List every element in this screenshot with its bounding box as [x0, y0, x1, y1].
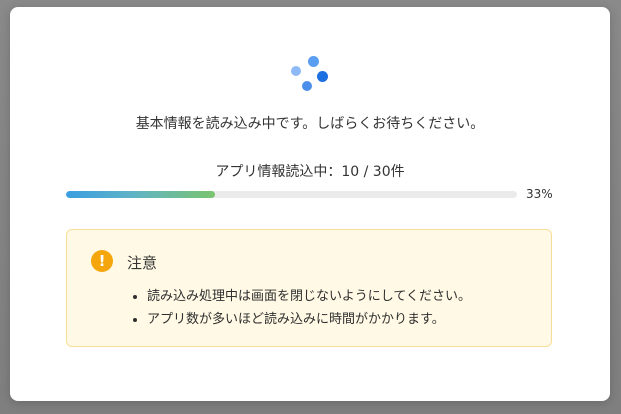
exclamation-icon: ! — [91, 250, 113, 272]
spinner-dot — [291, 66, 301, 76]
spinner-dot — [308, 56, 319, 67]
notice-item: 読み込み処理中は画面を閉じないようにしてください。 — [147, 285, 471, 308]
spinner-dot — [302, 81, 312, 91]
progress-percent: 33% — [526, 187, 553, 201]
notice-item: アプリ数が多いほど読み込みに時間がかかります。 — [147, 308, 471, 331]
progress-bar — [66, 191, 517, 198]
notice-list: 読み込み処理中は画面を閉じないようにしてください。 アプリ数が多いほど読み込みに… — [123, 285, 471, 331]
progress-bar-fill — [66, 191, 215, 198]
loading-dialog: 基本情報を読み込み中です。しばらくお待ちください。 アプリ情報読込中：10 / … — [10, 7, 610, 401]
notice-title: 注意 — [127, 254, 158, 272]
spinner-dot — [317, 71, 328, 82]
progress-label: アプリ情報読込中：10 / 30件 — [215, 164, 405, 180]
loading-spinner-icon — [290, 56, 330, 96]
loading-message: 基本情報を読み込み中です。しばらくお待ちください。 — [135, 116, 485, 132]
notice-box: ! 注意 読み込み処理中は画面を閉じないようにしてください。 アプリ数が多いほど… — [66, 229, 552, 347]
